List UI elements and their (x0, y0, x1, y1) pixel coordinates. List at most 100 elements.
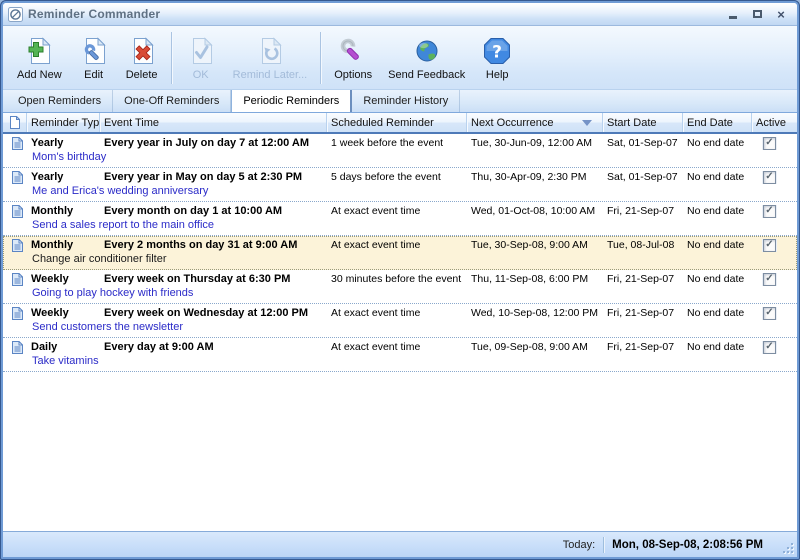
table-row[interactable]: Weekly Every week on Thursday at 6:30 PM… (3, 270, 797, 304)
tab-bar: Open Reminders One-Off Reminders Periodi… (3, 90, 797, 112)
window-title: Reminder Commander (28, 7, 725, 21)
options-label: Options (334, 69, 372, 81)
options-button[interactable]: Options (326, 30, 380, 86)
active-cell: ✓ (752, 273, 797, 286)
minimize-icon (729, 16, 737, 19)
event-time-cell: Every month on day 1 at 10:00 AM (100, 205, 327, 217)
send-feedback-button[interactable]: Send Feedback (380, 30, 473, 86)
table-row[interactable]: Yearly Every year in July on day 7 at 12… (3, 134, 797, 168)
table-row[interactable]: Yearly Every year in May on day 5 at 2:3… (3, 168, 797, 202)
reminder-description: Send a sales report to the main office (3, 219, 797, 234)
active-cell: ✓ (752, 239, 797, 252)
ok-label: OK (193, 69, 209, 81)
scheduled-reminder-cell: At exact event time (327, 307, 467, 319)
scheduled-reminder-cell: 1 week before the event (327, 137, 467, 149)
tab-one-off-reminders[interactable]: One-Off Reminders (113, 90, 231, 112)
delete-button[interactable]: Delete (118, 30, 166, 86)
today-label: Today: (563, 539, 595, 551)
ok-button: OK (177, 30, 225, 86)
tab-label: One-Off Reminders (124, 95, 219, 107)
status-separator (603, 537, 604, 553)
toolbar: Add New Edit Delete (3, 26, 797, 90)
end-date-cell: No end date (683, 273, 752, 285)
maximize-button[interactable] (749, 7, 765, 22)
reminder-doc-icon (3, 341, 27, 354)
active-cell: ✓ (752, 171, 797, 184)
reminder-description: Take vitamins (3, 355, 797, 370)
header-active[interactable]: Active (752, 113, 797, 132)
remind-later-label: Remind Later... (233, 69, 308, 81)
event-time-cell: Every day at 9:00 AM (100, 341, 327, 353)
tab-label: Open Reminders (18, 95, 101, 107)
end-date-cell: No end date (683, 239, 752, 251)
maximize-icon (753, 10, 762, 18)
header-icon-column[interactable] (3, 113, 27, 132)
reminder-doc-icon (3, 307, 27, 320)
end-date-cell: No end date (683, 341, 752, 353)
active-checkbox[interactable]: ✓ (763, 341, 776, 354)
table-row[interactable]: Daily Every day at 9:00 AM At exact even… (3, 338, 797, 372)
next-occurrence-cell: Thu, 11-Sep-08, 6:00 PM (467, 273, 603, 285)
header-reminder-type[interactable]: Reminder Type (27, 113, 100, 132)
scheduled-reminder-cell: At exact event time (327, 341, 467, 353)
active-cell: ✓ (752, 341, 797, 354)
active-checkbox[interactable]: ✓ (763, 307, 776, 320)
add-new-label: Add New (17, 69, 62, 81)
reminder-description: Me and Erica's wedding anniversary (3, 185, 797, 200)
sort-descending-icon (582, 120, 592, 126)
active-checkbox[interactable]: ✓ (763, 273, 776, 286)
table-row[interactable]: Monthly Every month on day 1 at 10:00 AM… (3, 202, 797, 236)
document-add-icon (23, 35, 55, 67)
remind-later-button: Remind Later... (225, 30, 316, 86)
document-ok-icon (185, 35, 217, 67)
tab-periodic-reminders[interactable]: Periodic Reminders (231, 90, 352, 112)
document-remind-later-icon (254, 35, 286, 67)
active-cell: ✓ (752, 205, 797, 218)
next-occurrence-cell: Tue, 09-Sep-08, 9:00 AM (467, 341, 603, 353)
active-checkbox[interactable]: ✓ (763, 239, 776, 252)
start-date-cell: Sat, 01-Sep-07 (603, 171, 683, 183)
reminder-doc-icon (3, 205, 27, 218)
header-next-occurrence[interactable]: Next Occurrence (467, 113, 603, 132)
help-button[interactable]: ? Help (473, 30, 521, 86)
reminder-doc-icon (3, 273, 27, 286)
scheduled-reminder-cell: 5 days before the event (327, 171, 467, 183)
start-date-cell: Fri, 21-Sep-07 (603, 341, 683, 353)
active-checkbox[interactable]: ✓ (763, 171, 776, 184)
reminder-type-cell: Yearly (27, 137, 100, 149)
tab-reminder-history[interactable]: Reminder History (352, 90, 460, 112)
edit-button[interactable]: Edit (70, 30, 118, 86)
start-date-cell: Sat, 01-Sep-07 (603, 137, 683, 149)
table-row[interactable]: Weekly Every week on Wednesday at 12:00 … (3, 304, 797, 338)
add-new-button[interactable]: Add New (9, 30, 70, 86)
minimize-button[interactable] (725, 7, 741, 22)
header-label: Next Occurrence (471, 117, 554, 129)
reminder-description: Change air conditioner filter (3, 253, 797, 268)
active-checkbox[interactable]: ✓ (763, 205, 776, 218)
active-cell: ✓ (752, 307, 797, 320)
header-end-date[interactable]: End Date (683, 113, 752, 132)
tab-open-reminders[interactable]: Open Reminders (7, 90, 113, 112)
table-row[interactable]: Monthly Every 2 months on day 31 at 9:00… (3, 236, 797, 270)
globe-icon (411, 35, 443, 67)
reminder-doc-icon (3, 171, 27, 184)
end-date-cell: No end date (683, 137, 752, 149)
active-checkbox[interactable]: ✓ (763, 137, 776, 150)
table-body: Yearly Every year in July on day 7 at 12… (3, 134, 797, 531)
reminder-type-cell: Weekly (27, 273, 100, 285)
event-time-cell: Every 2 months on day 31 at 9:00 AM (100, 239, 327, 251)
title-bar[interactable]: Reminder Commander × (3, 3, 797, 26)
close-button[interactable]: × (773, 7, 789, 22)
end-date-cell: No end date (683, 205, 752, 217)
reminder-description: Mom's birthday (3, 151, 797, 166)
help-label: Help (486, 69, 509, 81)
header-scheduled-reminder[interactable]: Scheduled Reminder (327, 113, 467, 132)
reminder-description: Going to play hockey with friends (3, 287, 797, 302)
reminder-description: Send customers the newsletter (3, 321, 797, 336)
current-datetime: Mon, 08-Sep-08, 2:08:56 PM (612, 539, 763, 551)
resize-grip[interactable] (781, 541, 794, 554)
edit-label: Edit (84, 69, 103, 81)
header-start-date[interactable]: Start Date (603, 113, 683, 132)
reminder-type-cell: Weekly (27, 307, 100, 319)
header-event-time[interactable]: Event Time (100, 113, 327, 132)
